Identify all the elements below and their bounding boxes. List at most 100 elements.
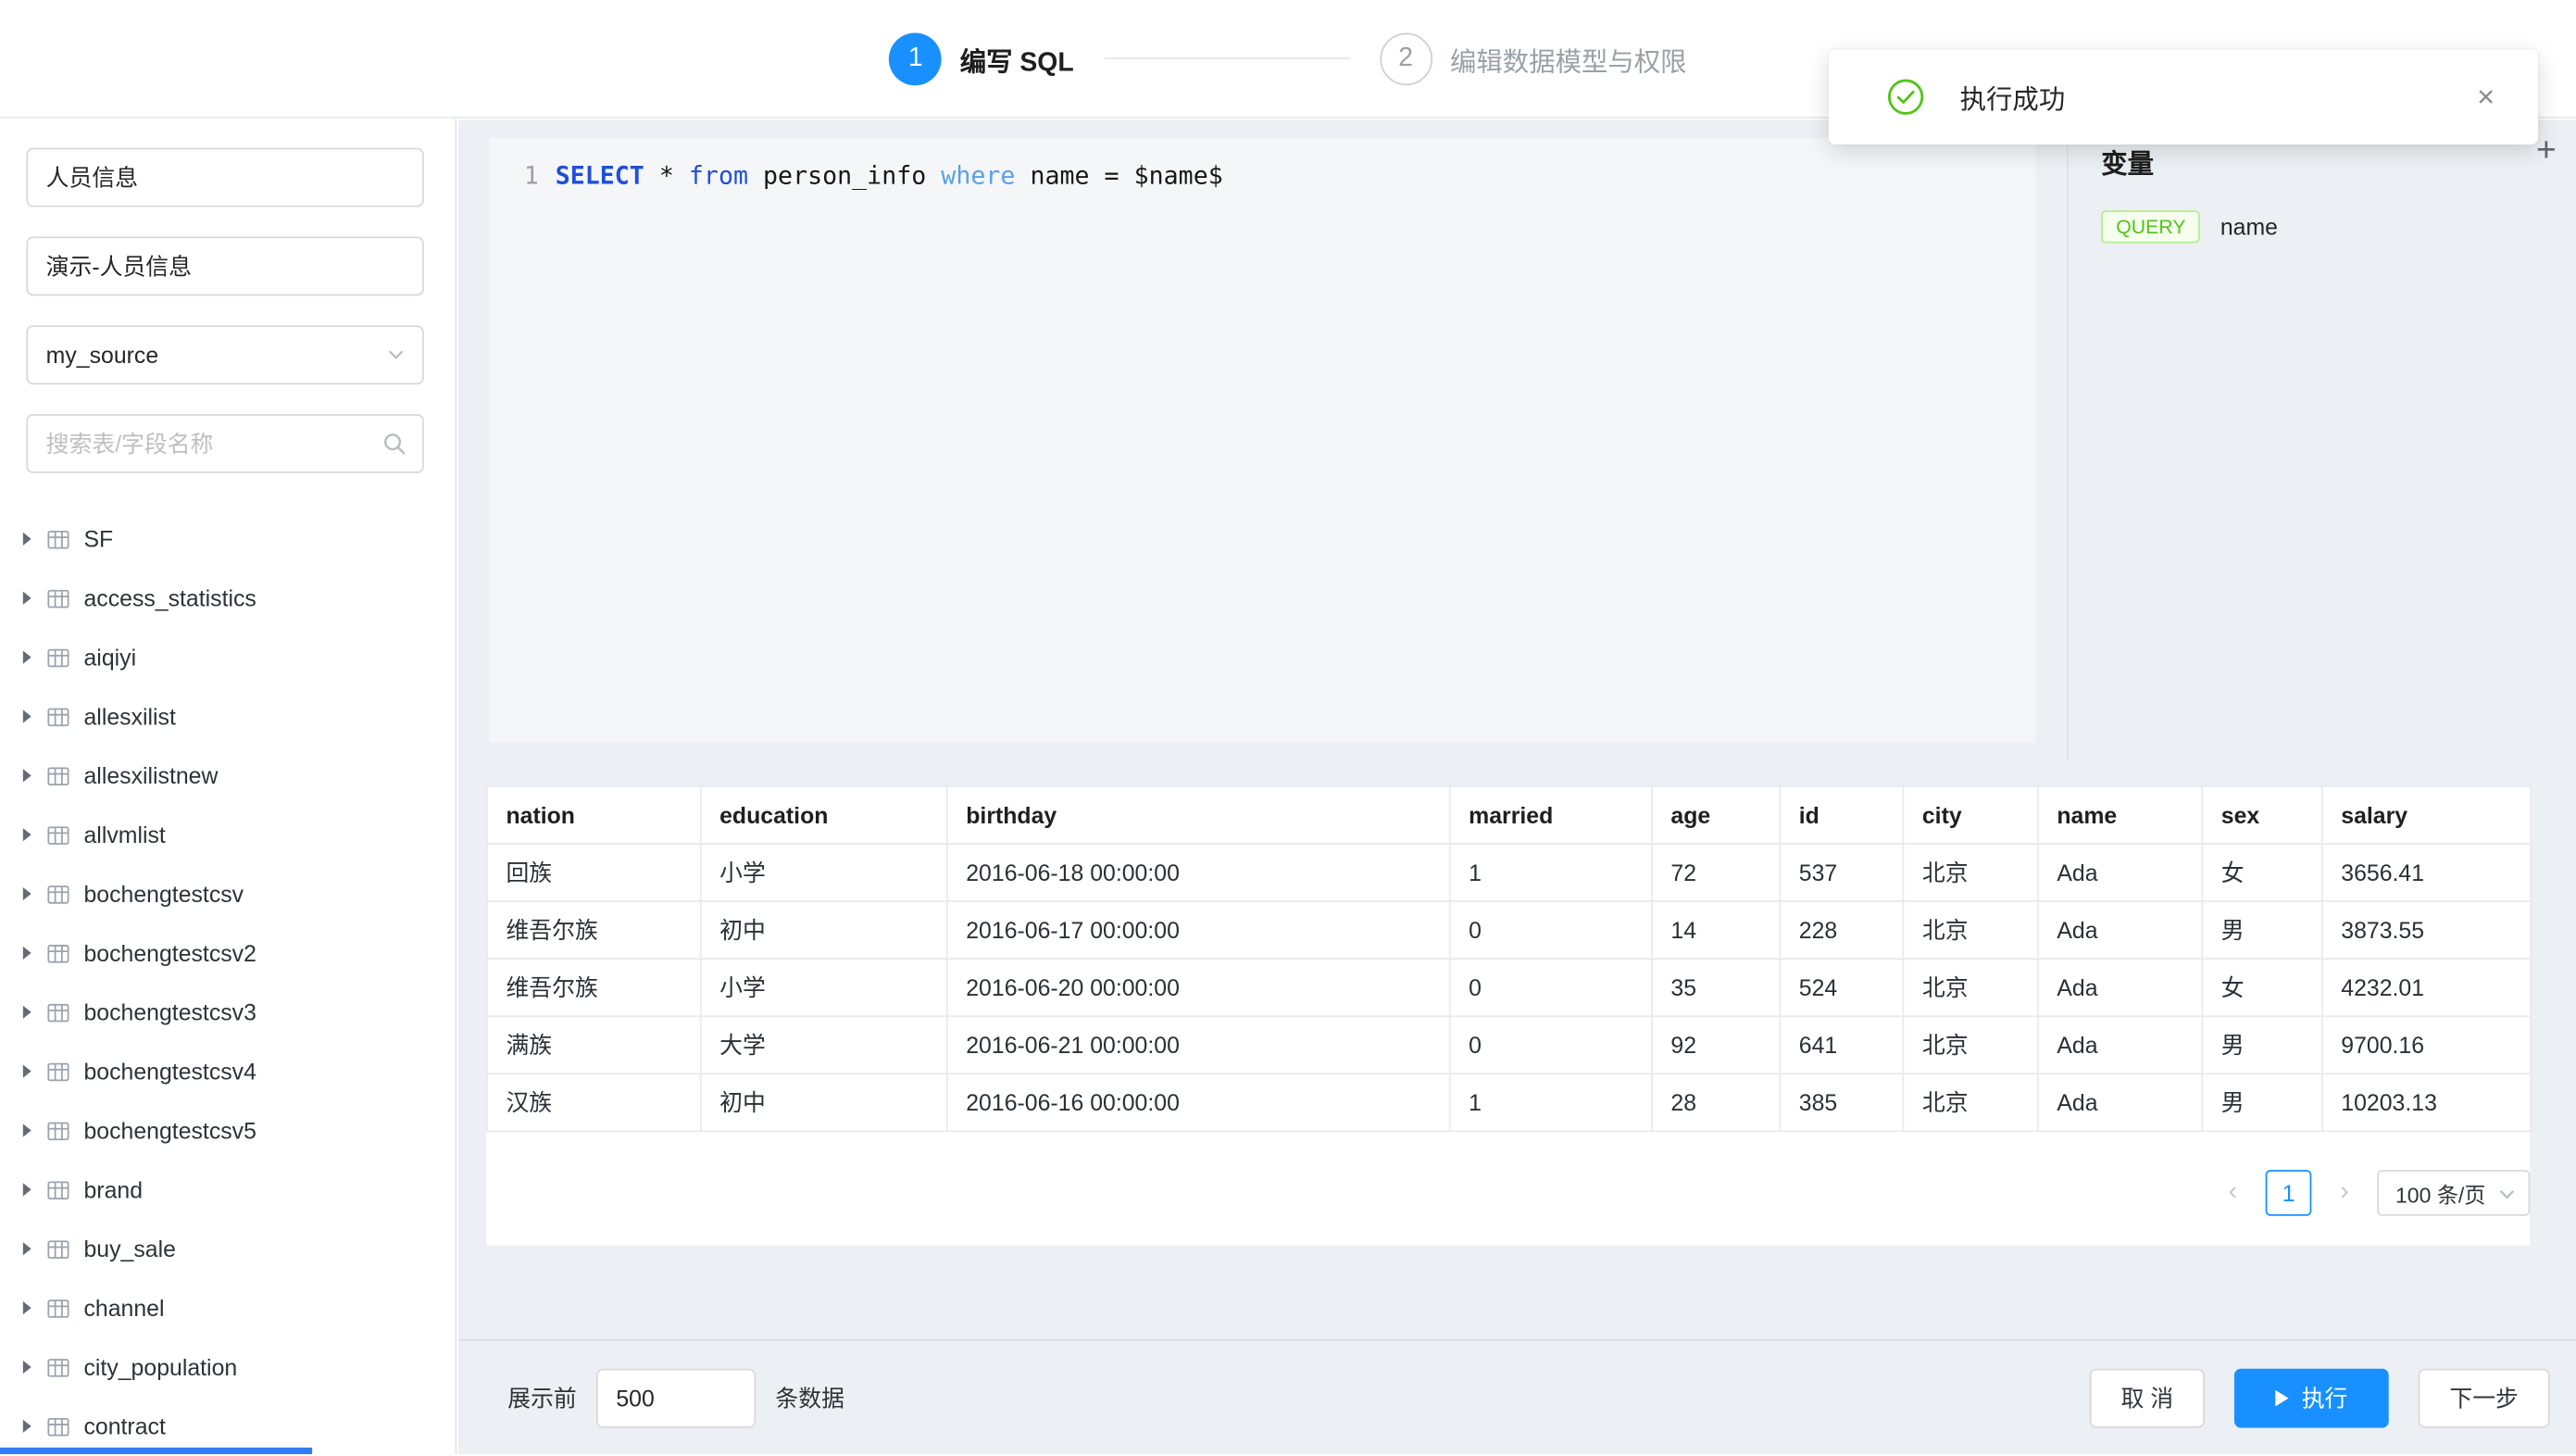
limit-input[interactable] xyxy=(596,1369,756,1428)
table-cell: 维吾尔族 xyxy=(487,901,701,959)
table-cell: 2016-06-17 00:00:00 xyxy=(947,901,1450,959)
tree-item-buy_sale[interactable]: buy_sale xyxy=(0,1219,454,1278)
table-cell: 3873.55 xyxy=(2322,901,2531,959)
tree-item-brand[interactable]: brand xyxy=(0,1160,454,1219)
table-cell: 641 xyxy=(1780,1016,1903,1073)
caret-right-icon[interactable] xyxy=(23,769,31,782)
table-cell: 1 xyxy=(1450,844,1652,901)
limit-suffix-label: 条数据 xyxy=(775,1382,844,1414)
step-2-number: 2 xyxy=(1380,32,1432,85)
tree-item-bochengtestcsv5[interactable]: bochengtestcsv5 xyxy=(0,1101,454,1161)
tree-item-bochengtestcsv3[interactable]: bochengtestcsv3 xyxy=(0,983,454,1042)
dataset-name-input[interactable] xyxy=(26,148,423,207)
table-name-label: brand xyxy=(83,1176,143,1202)
current-page-button[interactable]: 1 xyxy=(2266,1170,2312,1216)
sql-token: SELECT xyxy=(556,161,644,191)
step-edit-model[interactable]: 2 编辑数据模型与权限 xyxy=(1380,32,1687,85)
tree-item-city_population[interactable]: city_population xyxy=(0,1337,454,1397)
caret-right-icon[interactable] xyxy=(23,828,31,841)
tree-item-allesxilistnew[interactable]: allesxilistnew xyxy=(0,746,454,805)
caret-right-icon[interactable] xyxy=(23,592,31,605)
table-cell: Ada xyxy=(2038,959,2202,1016)
caret-right-icon[interactable] xyxy=(23,1242,31,1255)
caret-right-icon[interactable] xyxy=(23,1006,31,1019)
caret-right-icon[interactable] xyxy=(23,1065,31,1078)
sql-token: name = $name$ xyxy=(1015,161,1222,191)
tree-item-channel[interactable]: channel xyxy=(0,1278,454,1337)
table-icon xyxy=(46,941,71,966)
table-cell: 4232.01 xyxy=(2322,959,2531,1016)
search-icon xyxy=(382,433,406,460)
limit-prefix-label: 展示前 xyxy=(507,1382,577,1414)
step-1-label: 编写 SQL xyxy=(960,39,1074,79)
table-cell: 小学 xyxy=(701,844,947,901)
results-header-row: nationeducationbirthdaymarriedageidcityn… xyxy=(487,786,2531,844)
table-name-label: allesxilistnew xyxy=(83,762,218,788)
table-cell: 0 xyxy=(1450,1016,1652,1073)
column-header-name: name xyxy=(2038,786,2202,844)
datasource-value: my_source xyxy=(46,342,158,368)
next-step-button[interactable]: 下一步 xyxy=(2419,1369,2550,1428)
caret-right-icon[interactable] xyxy=(23,1123,31,1136)
table-cell: 9700.16 xyxy=(2322,1016,2531,1073)
caret-right-icon[interactable] xyxy=(23,1420,31,1433)
search-input[interactable] xyxy=(26,414,423,473)
table-cell: Ada xyxy=(2038,844,2202,901)
column-header-age: age xyxy=(1652,786,1780,844)
table-cell: 大学 xyxy=(701,1016,947,1073)
caret-right-icon[interactable] xyxy=(23,1361,31,1374)
variable-name: name xyxy=(2220,214,2278,240)
step-1-number: 1 xyxy=(889,32,942,85)
table-cell: 初中 xyxy=(701,1073,947,1131)
datasource-select[interactable]: my_source xyxy=(26,325,423,384)
page-size-select[interactable]: 100 条/页 xyxy=(2377,1170,2530,1216)
prev-page-icon[interactable]: ‹ xyxy=(2213,1170,2253,1216)
table-cell: 初中 xyxy=(701,901,947,959)
caret-right-icon[interactable] xyxy=(23,1301,31,1314)
table-cell: 92 xyxy=(1652,1016,1780,1073)
sidebar-horizontal-scrollbar[interactable] xyxy=(0,1448,312,1454)
tree-item-bochengtestcsv2[interactable]: bochengtestcsv2 xyxy=(0,923,454,983)
step-write-sql[interactable]: 1 编写 SQL xyxy=(889,32,1073,85)
table-cell: 满族 xyxy=(487,1016,701,1073)
table-cell: 小学 xyxy=(701,959,947,1016)
caret-right-icon[interactable] xyxy=(23,709,31,722)
table-icon xyxy=(46,1059,71,1084)
table-cell: Ada xyxy=(2038,901,2202,959)
table-cell: 0 xyxy=(1450,959,1652,1016)
sql-editor[interactable]: 1 SELECT * from person_info where name =… xyxy=(490,138,2036,743)
next-page-icon[interactable]: › xyxy=(2325,1170,2365,1216)
plus-icon[interactable]: + xyxy=(2536,133,2557,168)
table-name-label: city_population xyxy=(83,1354,237,1380)
table-cell: 回族 xyxy=(487,844,701,901)
tree-item-allvmlist[interactable]: allvmlist xyxy=(0,805,454,864)
tree-item-allesxilist[interactable]: allesxilist xyxy=(0,687,454,747)
tree-item-bochengtestcsv[interactable]: bochengtestcsv xyxy=(0,864,454,923)
table-name-label: allvmlist xyxy=(83,822,165,847)
tree-item-contract[interactable]: contract xyxy=(0,1397,454,1448)
run-button[interactable]: 执行 xyxy=(2234,1369,2389,1428)
step-2-label: 编辑数据模型与权限 xyxy=(1450,39,1687,79)
tree-item-aiqiyi[interactable]: aiqiyi xyxy=(0,628,454,687)
caret-right-icon[interactable] xyxy=(23,887,31,900)
results-table: nationeducationbirthdaymarriedageidcityn… xyxy=(486,785,2532,1132)
caret-right-icon[interactable] xyxy=(23,533,31,546)
caret-right-icon[interactable] xyxy=(23,651,31,664)
column-header-city: city xyxy=(1903,786,2037,844)
caret-right-icon[interactable] xyxy=(23,1183,31,1196)
tree-item-SF[interactable]: SF xyxy=(0,509,454,569)
caret-right-icon[interactable] xyxy=(23,947,31,960)
cancel-button[interactable]: 取 消 xyxy=(2090,1369,2205,1428)
table-cell: 385 xyxy=(1780,1073,1903,1131)
tree-item-access_statistics[interactable]: access_statistics xyxy=(0,569,454,628)
sql-token: from xyxy=(689,161,748,191)
table-cell: 3656.41 xyxy=(2322,844,2531,901)
code-line: 1 SELECT * from person_info where name =… xyxy=(490,138,2036,193)
close-icon[interactable]: ✕ xyxy=(2476,83,2495,111)
table-tree: SF access_statistics aiqiyi allesxilist … xyxy=(0,509,454,1448)
sql-token: where xyxy=(941,161,1015,191)
dataset-display-name-input[interactable] xyxy=(26,236,423,295)
tree-item-bochengtestcsv4[interactable]: bochengtestcsv4 xyxy=(0,1042,454,1101)
table-name-label: bochengtestcsv5 xyxy=(83,1117,256,1143)
variables-panel: 变量 + QUERY name xyxy=(2067,120,2576,761)
